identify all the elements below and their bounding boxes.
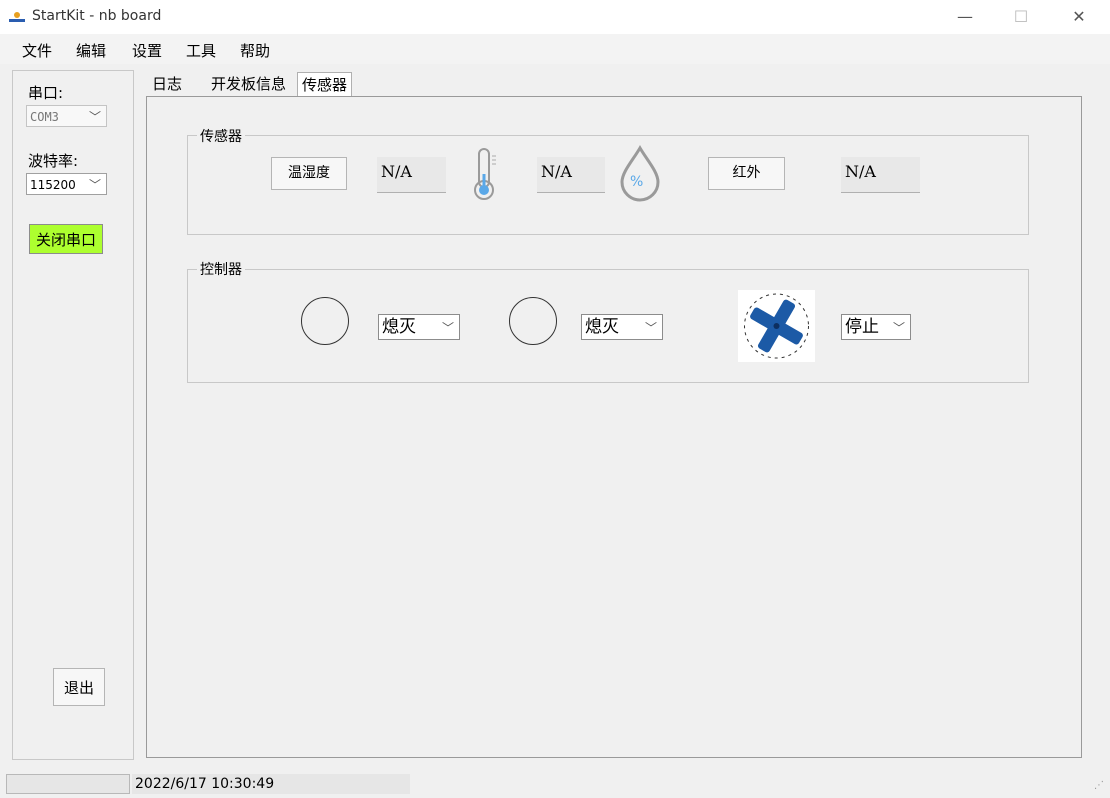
status-datetime: 2022/6/17 10:30:49 <box>132 774 410 794</box>
port-label: 串口: <box>28 84 64 102</box>
menu-edit[interactable]: 编辑 <box>76 40 106 61</box>
menu-help[interactable]: 帮助 <box>240 40 270 61</box>
maximize-button[interactable]: ☐ <box>998 0 1044 34</box>
lamp-2-indicator <box>509 297 557 345</box>
lamp-2-state: 熄灭 <box>585 317 619 337</box>
menu-tools[interactable]: 工具 <box>186 40 216 61</box>
port-select[interactable]: COM3 ﹀ <box>26 105 107 127</box>
temperature-readout: N/A <box>377 157 446 193</box>
lamp-1-select[interactable]: 熄灭 ﹀ <box>378 314 460 340</box>
water-drop-icon: % <box>616 144 664 204</box>
lamp-2-select[interactable]: 熄灭 ﹀ <box>581 314 663 340</box>
minimize-button[interactable]: — <box>942 0 988 34</box>
chevron-down-icon: ﹀ <box>88 178 101 192</box>
menu-file[interactable]: 文件 <box>22 40 52 61</box>
fan-select[interactable]: 停止 ﹀ <box>841 314 911 340</box>
thermometer-icon <box>470 146 500 202</box>
lamp-1-indicator <box>301 297 349 345</box>
tab-board-info[interactable]: 开发板信息 <box>207 72 290 96</box>
fan-icon <box>738 290 815 362</box>
tab-log[interactable]: 日志 <box>148 72 186 96</box>
menu-bar <box>0 34 1110 64</box>
control-group-title: 控制器 <box>197 259 245 279</box>
chevron-down-icon: ﹀ <box>441 321 454 335</box>
resize-grip-icon[interactable]: ⋰ <box>1094 780 1106 794</box>
window-title: StartKit - nb board <box>32 8 162 24</box>
close-port-button[interactable]: 关闭串口 <box>29 224 103 254</box>
port-value: COM3 <box>30 110 59 124</box>
fan-state: 停止 <box>845 317 879 337</box>
humidity-readout: N/A <box>537 157 605 193</box>
close-window-button[interactable]: ✕ <box>1056 0 1102 34</box>
status-cell-empty <box>6 774 130 794</box>
temp-humidity-button[interactable]: 温湿度 <box>271 157 347 190</box>
sensor-group-title: 传感器 <box>197 126 245 146</box>
baud-select[interactable]: 115200 ﹀ <box>26 173 107 195</box>
chevron-down-icon: ﹀ <box>644 321 657 335</box>
menu-settings[interactable]: 设置 <box>132 40 162 61</box>
baud-value: 115200 <box>30 178 76 192</box>
tab-sensor[interactable]: 传感器 <box>297 72 353 97</box>
exit-button[interactable]: 退出 <box>53 668 105 706</box>
chevron-down-icon: ﹀ <box>892 321 905 335</box>
infrared-readout: N/A <box>841 157 920 193</box>
baud-label: 波特率: <box>28 152 79 170</box>
chevron-down-icon: ﹀ <box>88 110 101 124</box>
infrared-button[interactable]: 红外 <box>708 157 785 190</box>
app-logo-icon <box>8 10 26 24</box>
humidity-percent-symbol: % <box>630 174 644 190</box>
lamp-1-state: 熄灭 <box>382 317 416 337</box>
